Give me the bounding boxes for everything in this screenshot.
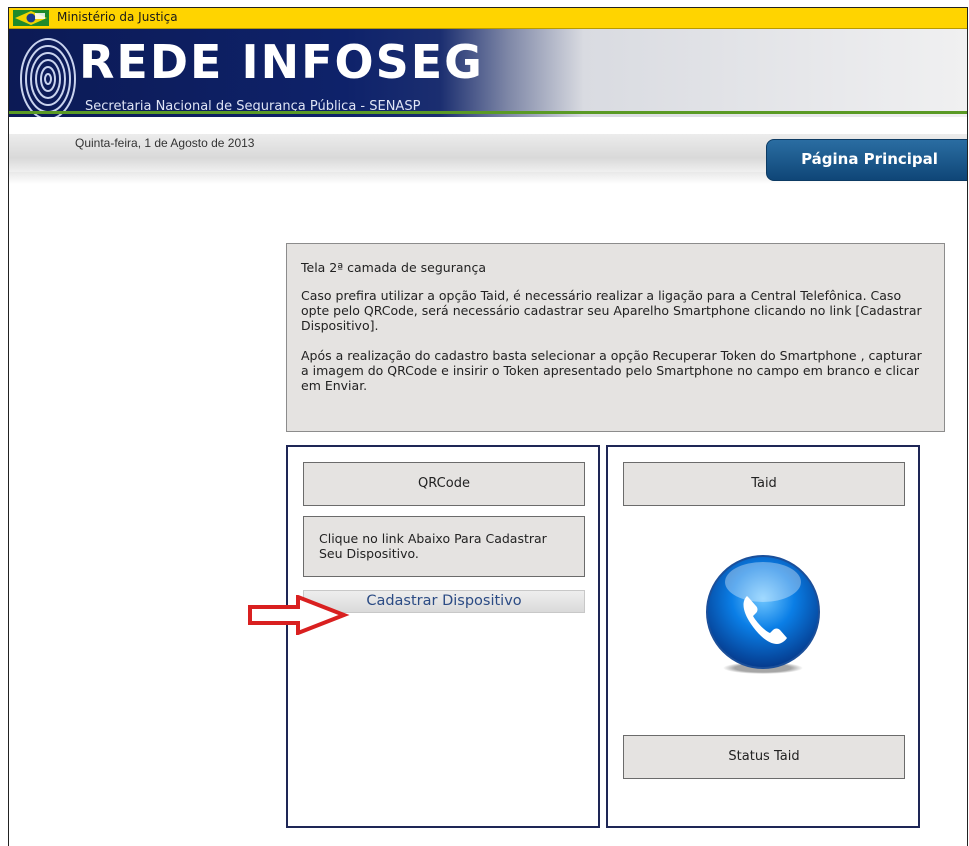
qrcode-instruction: Clique no link Abaixo Para Cadastrar Seu… xyxy=(303,516,585,577)
qrcode-panel: QRCode Clique no link Abaixo Para Cadast… xyxy=(286,445,600,828)
info-paragraph-taid: Caso prefira utilizar a opção Taid, é ne… xyxy=(301,288,922,333)
header-green-divider xyxy=(9,111,967,114)
qrcode-button[interactable]: QRCode xyxy=(303,462,585,506)
brand-title: REDE INFOSEG xyxy=(79,35,484,89)
status-taid-button[interactable]: Status Taid xyxy=(623,735,905,779)
header-bottom-strip xyxy=(9,117,967,133)
ministry-title[interactable]: Ministério da Justiça xyxy=(57,10,178,24)
brazil-coat-of-arms-icon xyxy=(13,10,49,26)
info-title: Tela 2ª camada de segurança xyxy=(301,260,486,275)
current-date: Quinta-feira, 1 de Agosto de 2013 xyxy=(75,136,255,150)
taid-button[interactable]: Taid xyxy=(623,462,905,506)
taid-panel: Taid Status Taid xyxy=(606,445,920,828)
phone-icon[interactable] xyxy=(701,552,825,676)
info-paragraph-token: Após a realização do cadastro basta sele… xyxy=(301,348,922,393)
gov-bar: Ministério da Justiça xyxy=(9,8,967,29)
red-arrow-icon xyxy=(248,595,350,635)
home-page-button[interactable]: Página Principal xyxy=(766,139,967,181)
header-banner: REDE INFOSEG Secretaria Nacional de Segu… xyxy=(9,29,967,133)
security-info-box: Tela 2ª camada de segurança Caso prefira… xyxy=(286,243,945,432)
